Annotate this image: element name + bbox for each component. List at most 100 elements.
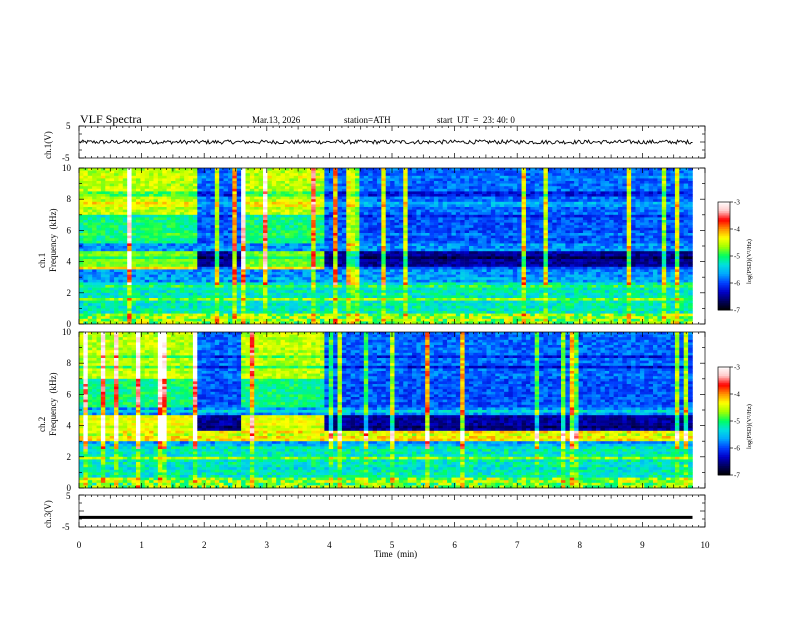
spectrogram-cell (425, 210, 430, 213)
spectrogram-cell (88, 184, 93, 187)
spectrogram-cell (145, 249, 150, 252)
spectrogram-cell (171, 178, 176, 181)
spectrogram-cell (333, 295, 338, 298)
spectrogram-cell (403, 290, 408, 293)
spectrogram-cell (219, 186, 224, 189)
spectrogram-cell (228, 311, 233, 314)
spectrogram-cell (232, 295, 237, 298)
spectrogram-cell (241, 207, 246, 210)
spectrogram-cell (241, 301, 246, 304)
spectrogram-cell (153, 178, 158, 181)
spectrogram-cell (132, 217, 137, 220)
spectrogram-cell (259, 236, 264, 239)
spectrogram-cell (381, 282, 386, 285)
spectrogram-cell (101, 314, 106, 317)
spectrogram-cell (171, 176, 176, 179)
spectrogram-cell (351, 264, 356, 267)
spectrogram-cell (254, 171, 259, 174)
spectrogram-cell (281, 223, 286, 226)
spectrogram-cell (162, 207, 167, 210)
spectrogram-cell (127, 171, 132, 174)
spectrogram-cell (259, 251, 264, 254)
spectrogram-cell (307, 241, 312, 244)
spectrogram-cell (184, 181, 189, 184)
spectrogram-cell (219, 181, 224, 184)
spectrogram-cell (250, 236, 255, 239)
spectrogram-cell (237, 233, 242, 236)
spectrogram-cell (232, 236, 237, 239)
spectrogram-cell (359, 230, 364, 233)
spectrogram-cell (105, 241, 110, 244)
spectrogram-cell (364, 171, 369, 174)
spectrogram-cell (110, 215, 115, 218)
spectrogram-cell (338, 225, 343, 228)
spectrogram-cell (386, 311, 391, 314)
spectrogram-cell (175, 230, 180, 233)
spectrogram-cell (97, 254, 102, 257)
spectrogram-cell (180, 319, 185, 322)
spectrogram-cell (149, 191, 154, 194)
spectrogram-cell (320, 212, 325, 215)
spectrogram-cell (79, 199, 84, 202)
spectrogram-cell (162, 290, 167, 293)
spectrogram-cell (421, 202, 426, 205)
spectrogram-cell (399, 254, 404, 257)
spectrogram-cell (276, 301, 281, 304)
spectrogram-cell (408, 290, 413, 293)
spectrogram-cell (395, 290, 400, 293)
spectrogram-cell (386, 173, 391, 176)
spectrogram-cell (408, 303, 413, 306)
spectrogram-cell (149, 210, 154, 213)
spectrogram-cell (416, 246, 421, 249)
spectrogram-cell (373, 184, 378, 187)
spectrogram-cell (114, 233, 119, 236)
spectrogram-cell (250, 168, 255, 171)
spectrogram-cell (83, 249, 88, 252)
spectrogram-cell (386, 194, 391, 197)
spectrogram-cell (285, 308, 290, 311)
spectrogram-cell (202, 275, 207, 278)
spectrogram-cell (267, 285, 272, 288)
spectrogram-cell (189, 277, 194, 280)
spectrogram-cell (175, 303, 180, 306)
spectrogram-cell (320, 285, 325, 288)
spectrogram-cell (421, 272, 426, 275)
spectrogram-cell (153, 298, 158, 301)
spectrogram-cell (232, 314, 237, 317)
spectrogram-cell (333, 267, 338, 270)
spectrogram-cell (281, 259, 286, 262)
spectrogram-cell (333, 181, 338, 184)
spectrogram-cell (219, 293, 224, 296)
spectrogram-cell (158, 290, 163, 293)
spectrogram-cell (298, 262, 303, 265)
spectrogram-cell (193, 210, 198, 213)
spectrogram-cell (79, 204, 84, 207)
spectrogram-cell (171, 314, 176, 317)
spectrogram-cell (110, 314, 115, 317)
spectrogram-cell (224, 288, 229, 291)
spectrogram-cell (228, 301, 233, 304)
spectrogram-cell (123, 197, 128, 200)
spectrogram-cell (180, 290, 185, 293)
spectrogram-cell (158, 176, 163, 179)
spectrogram-cell (302, 197, 307, 200)
spectrogram-cell (219, 171, 224, 174)
spectrogram-cell (79, 272, 84, 275)
spectrogram-cell (132, 207, 137, 210)
spectrogram-cell (416, 259, 421, 262)
spectrogram-cell (224, 199, 229, 202)
spectrogram-cell (333, 186, 338, 189)
spectrogram-cell (197, 301, 202, 304)
spectrogram-cell (149, 246, 154, 249)
spectrogram-cell (359, 215, 364, 218)
spectrogram-cell (132, 293, 137, 296)
spectrogram-cell (403, 316, 408, 319)
spectrogram-cell (88, 285, 93, 288)
spectrogram-cell (219, 306, 224, 309)
spectrogram-cell (136, 173, 141, 176)
spectrogram-cell (158, 249, 163, 252)
spectrogram-cell (403, 243, 408, 246)
spectrogram-cell (316, 249, 321, 252)
spectrogram-cell (237, 178, 242, 181)
spectrogram-cell (272, 314, 277, 317)
